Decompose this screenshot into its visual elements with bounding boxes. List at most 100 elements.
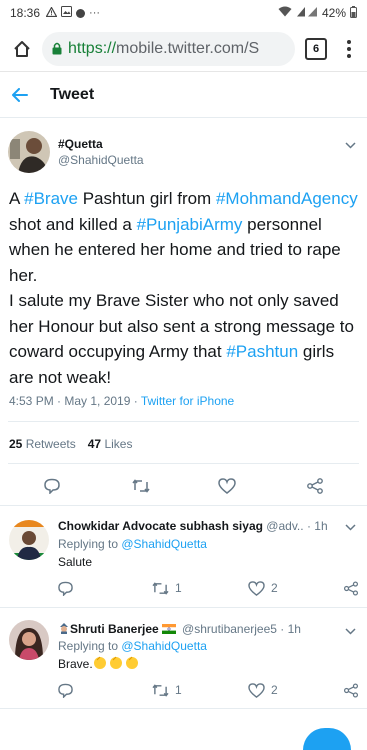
hashtag-link[interactable]: #Brave <box>24 189 78 208</box>
divider <box>8 421 359 422</box>
battery-percent: 42% <box>321 6 346 20</box>
user-handle[interactable]: @shrutibanerjee5 <box>182 622 277 636</box>
hashtag-link[interactable]: #Pashtun <box>226 342 298 361</box>
url-path: /S <box>244 39 260 57</box>
compose-tweet-button[interactable] <box>303 728 351 750</box>
reply-icon <box>58 581 73 596</box>
reply-button[interactable] <box>58 578 73 598</box>
avatar[interactable] <box>9 620 49 660</box>
replying-prefix: Replying to <box>58 537 122 551</box>
reply-time: · 1h <box>276 622 301 636</box>
more-notifications-icon: ··· <box>89 7 101 19</box>
retweet-count: 1 <box>175 581 182 595</box>
home-button[interactable] <box>8 35 36 63</box>
like-button[interactable]: 2 <box>248 680 278 700</box>
hashtag-link[interactable]: #MohmandAgency <box>216 189 358 208</box>
avatar[interactable] <box>9 520 49 560</box>
heart-icon <box>218 478 236 494</box>
reply-tweet[interactable]: Chowkidar Advocate subhash siyag @adv.. … <box>0 506 367 606</box>
tweet-stats: 25 Retweets 47 Likes <box>9 437 132 451</box>
likes-stat[interactable]: 47 Likes <box>88 437 133 451</box>
browser-toolbar: https://mobile.twitter.com/S 6 <box>0 26 367 72</box>
avatar[interactable] <box>8 131 50 173</box>
menu-dot <box>347 46 351 51</box>
reply-tweet[interactable]: Shruti Banerjee @shrutibanerjee5 · 1h Re… <box>0 608 367 708</box>
reply-actions: 1 2 <box>0 578 367 608</box>
retweet-button[interactable]: 1 <box>152 578 182 598</box>
user-handle[interactable]: @ShahidQuetta <box>58 152 144 168</box>
share-icon <box>343 580 359 596</box>
display-name[interactable]: Shruti Banerjee <box>70 622 159 636</box>
replying-to: Replying to @ShahidQuetta <box>58 537 207 551</box>
retweet-button[interactable] <box>132 476 150 496</box>
chevron-down-icon[interactable] <box>343 520 357 534</box>
retweet-count: 1 <box>175 683 182 697</box>
battery-icon <box>350 5 357 21</box>
like-button[interactable]: 2 <box>248 578 278 598</box>
chevron-down-icon[interactable] <box>343 624 357 638</box>
tweet-text-segment: shot and killed a <box>9 214 137 234</box>
reply-text-row: Brave. <box>58 656 141 671</box>
replying-to-handle[interactable]: @ShahidQuetta <box>121 639 207 653</box>
chevron-down-icon[interactable] <box>343 138 357 152</box>
back-button[interactable] <box>0 72 42 118</box>
hashtag-link[interactable]: #PunjabiArmy <box>137 215 243 234</box>
reply-icon <box>58 683 73 698</box>
display-name[interactable]: Chowkidar Advocate subhash siyag <box>58 519 263 533</box>
retweet-icon <box>132 479 150 493</box>
display-name[interactable]: #Quetta <box>58 137 144 152</box>
retweet-icon <box>152 683 169 697</box>
reply-header: Chowkidar Advocate subhash siyag @adv.. … <box>58 518 328 534</box>
status-time: 18:36 <box>10 6 41 20</box>
menu-dot <box>347 53 351 58</box>
retweets-stat[interactable]: 25 Retweets <box>9 437 76 451</box>
user-handle[interactable]: @adv.. <box>266 519 303 533</box>
menu-dot <box>347 39 351 44</box>
reply-header: Shruti Banerjee @shrutibanerjee5 · 1h <box>58 621 301 637</box>
page-title: Tweet <box>50 85 95 103</box>
browser-menu-button[interactable] <box>339 35 359 63</box>
url-domain: mobile.twitter.com <box>116 39 245 57</box>
like-count: 2 <box>271 683 278 697</box>
warning-icon <box>45 5 58 20</box>
address-bar[interactable]: https://mobile.twitter.com/S <box>42 31 295 66</box>
signal-icon <box>296 6 318 20</box>
share-button[interactable] <box>343 680 359 700</box>
like-count: 2 <box>271 581 278 595</box>
reply-time: · 1h <box>303 519 328 533</box>
reply-button[interactable] <box>58 680 73 700</box>
share-icon <box>307 478 323 494</box>
heart-icon <box>248 682 265 698</box>
retweets-count: 25 <box>9 437 23 451</box>
replying-to: Replying to @ShahidQuetta <box>58 639 207 653</box>
share-button[interactable] <box>343 578 359 598</box>
retweet-icon <box>152 581 169 595</box>
tweet-author[interactable]: #Quetta @ShahidQuetta <box>0 128 367 176</box>
retweet-button[interactable]: 1 <box>152 680 182 700</box>
divider <box>8 463 359 464</box>
tab-switcher-button[interactable]: 6 <box>305 37 327 60</box>
divider <box>0 708 367 709</box>
replying-to-handle[interactable]: @ShahidQuetta <box>121 537 207 551</box>
like-button[interactable] <box>218 476 236 496</box>
url-text: https://mobile.twitter.com/S <box>68 40 259 58</box>
status-right: 42% <box>278 5 357 21</box>
url-scheme: https:// <box>68 39 117 57</box>
reply-text: Salute <box>58 555 93 569</box>
share-button[interactable] <box>306 476 324 496</box>
reply-actions: 1 2 <box>0 680 367 710</box>
status-bar: 18:36 ··· 42% <box>0 0 367 26</box>
reply-button[interactable] <box>44 476 60 496</box>
india-flag-icon <box>159 622 179 636</box>
clapping-hands-icon <box>93 656 141 671</box>
likes-count: 47 <box>87 437 102 451</box>
image-notification-icon <box>61 6 73 20</box>
heart-icon <box>248 580 265 596</box>
page-header: Tweet <box>0 72 367 118</box>
back-arrow-icon <box>12 87 28 102</box>
retweets-label: Retweets <box>25 437 76 451</box>
tweet-source[interactable]: Twitter for iPhone <box>141 394 234 408</box>
tweet-timestamp[interactable]: 4:53 PM · May 1, 2019 · <box>9 394 141 408</box>
main-tweet: #Quetta @ShahidQuetta A #Brave Pashtun g… <box>0 128 367 508</box>
reply-icon <box>44 478 60 494</box>
